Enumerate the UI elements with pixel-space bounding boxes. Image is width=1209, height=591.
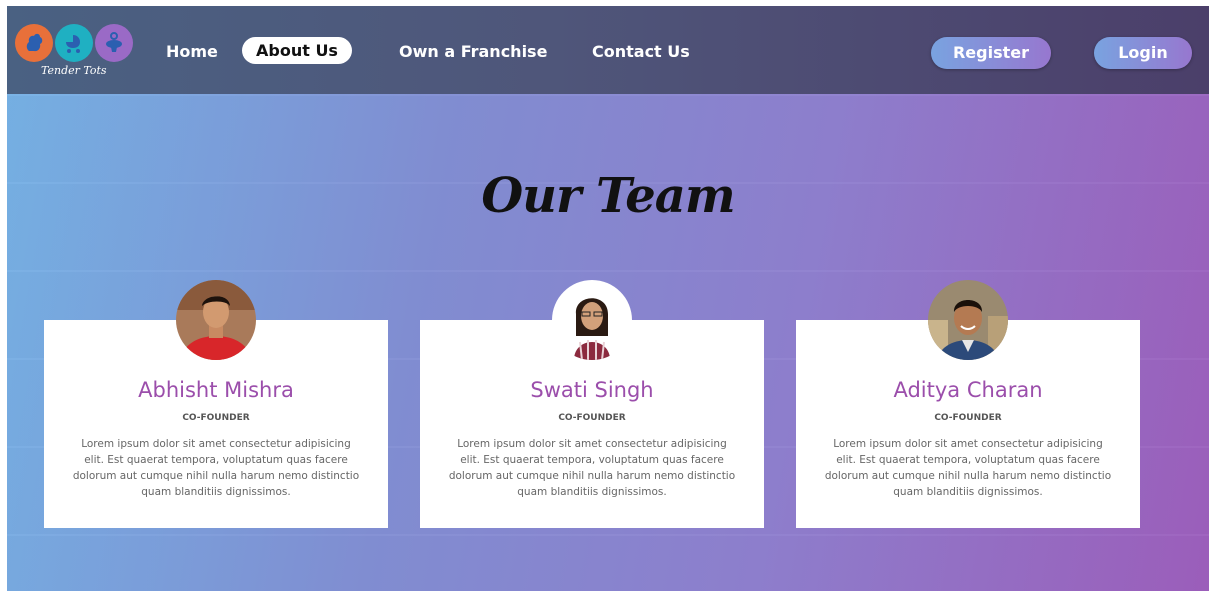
avatar <box>928 280 1008 360</box>
avatar <box>176 280 256 360</box>
member-name: Swati Singh <box>530 378 654 402</box>
brand-name: Tender Tots <box>41 64 107 77</box>
member-role: CO-FOUNDER <box>558 413 626 423</box>
logo-circle-teal <box>55 24 93 62</box>
logo-circle-orange <box>15 24 53 62</box>
nav-link-home[interactable]: Home <box>166 39 218 65</box>
baby-bottle-icon <box>26 33 43 52</box>
member-role: CO-FOUNDER <box>182 413 250 423</box>
member-name: Aditya Charan <box>893 378 1043 402</box>
member-description: Lorem ipsum dolor sit amet consectetur a… <box>448 438 736 498</box>
pacifier-icon <box>106 32 122 52</box>
member-description: Lorem ipsum dolor sit amet consectetur a… <box>824 438 1112 498</box>
section-title: Our Team <box>481 168 735 224</box>
navbar: Tender Tots Home About Us Own a Franchis… <box>7 6 1209 94</box>
register-button[interactable]: Register <box>931 37 1051 69</box>
nav-link-about-us[interactable]: About Us <box>242 37 352 64</box>
nav-link-own-a-franchise[interactable]: Own a Franchise <box>399 39 547 65</box>
nav-link-contact-us[interactable]: Contact Us <box>592 39 690 65</box>
page-frame: Tender Tots Home About Us Own a Franchis… <box>7 6 1209 591</box>
login-button[interactable]: Login <box>1094 37 1192 69</box>
logo-circle-purple <box>95 24 133 62</box>
member-name: Abhisht Mishra <box>138 378 294 402</box>
member-description: Lorem ipsum dolor sit amet consectetur a… <box>72 438 360 498</box>
stroller-icon <box>66 35 80 53</box>
avatar <box>552 280 632 360</box>
brand-logo[interactable]: Tender Tots <box>15 22 135 82</box>
member-role: CO-FOUNDER <box>934 413 1002 423</box>
